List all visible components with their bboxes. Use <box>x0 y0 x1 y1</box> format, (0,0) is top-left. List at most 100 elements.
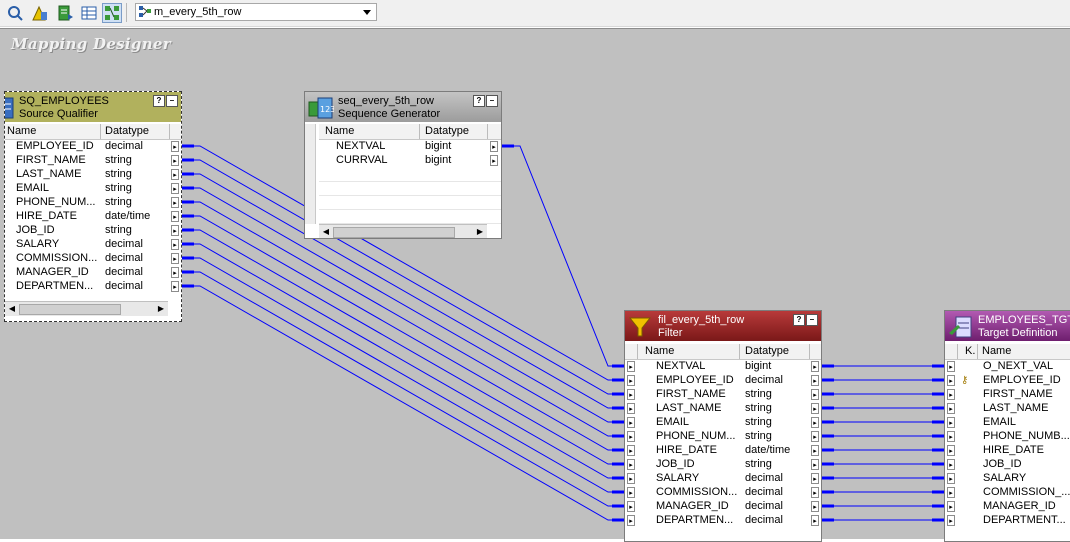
source-qualifier-box[interactable]: SQ_EMPLOYEES Source Qualifier ? – Name Da… <box>4 91 182 322</box>
horizontal-scrollbar[interactable]: ◀ ▶ <box>319 224 487 238</box>
input-port[interactable]: ▸ <box>627 389 635 400</box>
output-port[interactable]: ▸ <box>811 501 819 512</box>
scrollbar-thumb[interactable] <box>333 227 455 238</box>
table-row[interactable]: COMMISSION... decimal ▸ <box>5 252 181 266</box>
input-port[interactable]: ▸ <box>627 375 635 386</box>
input-port[interactable]: ▸ <box>627 501 635 512</box>
output-port[interactable]: ▸ <box>171 281 179 292</box>
table-row[interactable]: ▸ LAST_NAME <box>945 402 1070 416</box>
input-port[interactable]: ▸ <box>947 431 955 442</box>
table-row[interactable]: MANAGER_ID decimal ▸ <box>5 266 181 280</box>
help-icon[interactable]: ? <box>153 95 165 107</box>
output-port[interactable]: ▸ <box>811 375 819 386</box>
transformation-icon[interactable] <box>5 3 25 23</box>
table-row[interactable]: ▸ MANAGER_ID <box>945 500 1070 514</box>
output-port[interactable]: ▸ <box>811 361 819 372</box>
table-row[interactable]: EMAIL string ▸ <box>5 182 181 196</box>
table-row[interactable]: ▸ JOB_ID string ▸ <box>625 458 821 472</box>
input-port[interactable]: ▸ <box>947 473 955 484</box>
table-row[interactable]: ▸ FIRST_NAME string ▸ <box>625 388 821 402</box>
input-port[interactable]: ▸ <box>947 445 955 456</box>
table-row[interactable]: ▸ EMAIL string ▸ <box>625 416 821 430</box>
target-definition-header[interactable]: EMPLOYEES_TGT Target Definition <box>945 311 1070 341</box>
output-port[interactable]: ▸ <box>171 225 179 236</box>
output-port[interactable]: ▸ <box>811 487 819 498</box>
input-port[interactable]: ▸ <box>627 459 635 470</box>
help-icon[interactable]: ? <box>793 314 805 326</box>
output-port[interactable]: ▸ <box>171 253 179 264</box>
table-row[interactable]: CURRVAL bigint ▸ <box>319 154 501 168</box>
table-row[interactable]: ▸ COMMISSION... decimal ▸ <box>625 486 821 500</box>
input-port[interactable]: ▸ <box>947 417 955 428</box>
input-port[interactable]: ▸ <box>627 473 635 484</box>
sequence-generator-box[interactable]: 123 seq_every_5th_row Sequence Generator… <box>304 91 502 239</box>
table-row[interactable]: ▸ O_NEXT_VAL <box>945 360 1070 374</box>
output-port[interactable]: ▸ <box>490 155 498 166</box>
table-row[interactable]: HIRE_DATE date/time ▸ <box>5 210 181 224</box>
output-port[interactable]: ▸ <box>811 389 819 400</box>
table-row[interactable]: ▸ PHONE_NUMB... <box>945 430 1070 444</box>
sequence-generator-header[interactable]: 123 seq_every_5th_row Sequence Generator… <box>305 92 501 122</box>
source-qualifier-header[interactable]: SQ_EMPLOYEES Source Qualifier ? – <box>5 92 181 122</box>
horizontal-scrollbar[interactable]: ◀ ▶ <box>5 301 168 316</box>
table-row[interactable]: EMPLOYEE_ID decimal ▸ <box>5 140 181 154</box>
output-port[interactable]: ▸ <box>171 211 179 222</box>
input-port[interactable]: ▸ <box>947 389 955 400</box>
input-port[interactable]: ▸ <box>947 515 955 526</box>
target-designer-icon[interactable] <box>55 3 75 23</box>
transformation-developer-icon[interactable] <box>79 3 99 23</box>
table-row[interactable]: PHONE_NUM... string ▸ <box>5 196 181 210</box>
filter-box[interactable]: fil_every_5th_row Filter ? – Name Datatyp… <box>624 310 822 542</box>
mapping-designer-icon[interactable] <box>102 3 122 23</box>
table-row[interactable]: ▸ HIRE_DATE date/time ▸ <box>625 444 821 458</box>
table-row[interactable]: NEXTVAL bigint ▸ <box>319 140 501 154</box>
input-port[interactable]: ▸ <box>627 487 635 498</box>
table-row[interactable]: LAST_NAME string ▸ <box>5 168 181 182</box>
minimize-icon[interactable]: – <box>486 95 498 107</box>
scroll-left-icon[interactable]: ◀ <box>319 225 333 238</box>
input-port[interactable]: ▸ <box>627 431 635 442</box>
mapping-canvas[interactable]: Mapping Designer SQ_EMPLOYEES Source Qua… <box>0 28 1070 542</box>
input-port[interactable]: ▸ <box>627 515 635 526</box>
scrollbar-thumb[interactable] <box>19 304 121 315</box>
scroll-right-icon[interactable]: ▶ <box>473 225 487 238</box>
filter-header[interactable]: fil_every_5th_row Filter ? – <box>625 311 821 341</box>
table-row[interactable]: ▸ JOB_ID <box>945 458 1070 472</box>
table-row[interactable]: ▸ FIRST_NAME <box>945 388 1070 402</box>
table-row[interactable]: ▸ DEPARTMENT... <box>945 514 1070 528</box>
table-row[interactable]: ▸ DEPARTMEN... decimal ▸ <box>625 514 821 528</box>
scroll-left-icon[interactable]: ◀ <box>5 302 19 315</box>
link-line[interactable] <box>194 215 614 451</box>
output-port[interactable]: ▸ <box>811 431 819 442</box>
output-port[interactable]: ▸ <box>811 417 819 428</box>
output-port[interactable]: ▸ <box>811 403 819 414</box>
table-row[interactable]: ▸ SALARY <box>945 472 1070 486</box>
table-row[interactable]: JOB_ID string ▸ <box>5 224 181 238</box>
help-icon[interactable]: ? <box>473 95 485 107</box>
table-row[interactable]: SALARY decimal ▸ <box>5 238 181 252</box>
output-port[interactable]: ▸ <box>171 239 179 250</box>
table-row[interactable]: ▸ PHONE_NUM... string ▸ <box>625 430 821 444</box>
table-row[interactable]: ▸ COMMISSION_... <box>945 486 1070 500</box>
input-port[interactable]: ▸ <box>947 361 955 372</box>
table-row[interactable]: FIRST_NAME string ▸ <box>5 154 181 168</box>
output-port[interactable]: ▸ <box>811 515 819 526</box>
input-port[interactable]: ▸ <box>627 417 635 428</box>
output-port[interactable]: ▸ <box>811 445 819 456</box>
output-port[interactable]: ▸ <box>171 183 179 194</box>
table-row[interactable]: ▸ EMPLOYEE_ID decimal ▸ <box>625 374 821 388</box>
output-port[interactable]: ▸ <box>171 169 179 180</box>
minimize-icon[interactable]: – <box>166 95 178 107</box>
link-line[interactable] <box>514 145 614 367</box>
input-port[interactable]: ▸ <box>627 445 635 456</box>
output-port[interactable]: ▸ <box>171 267 179 278</box>
input-port[interactable]: ▸ <box>947 501 955 512</box>
input-port[interactable]: ▸ <box>947 403 955 414</box>
input-port[interactable]: ▸ <box>627 403 635 414</box>
input-port[interactable]: ▸ <box>947 375 955 386</box>
output-port[interactable]: ▸ <box>171 155 179 166</box>
output-port[interactable]: ▸ <box>171 197 179 208</box>
table-row[interactable]: ▸ LAST_NAME string ▸ <box>625 402 821 416</box>
output-port[interactable]: ▸ <box>811 473 819 484</box>
chevron-down-icon[interactable] <box>360 5 374 19</box>
